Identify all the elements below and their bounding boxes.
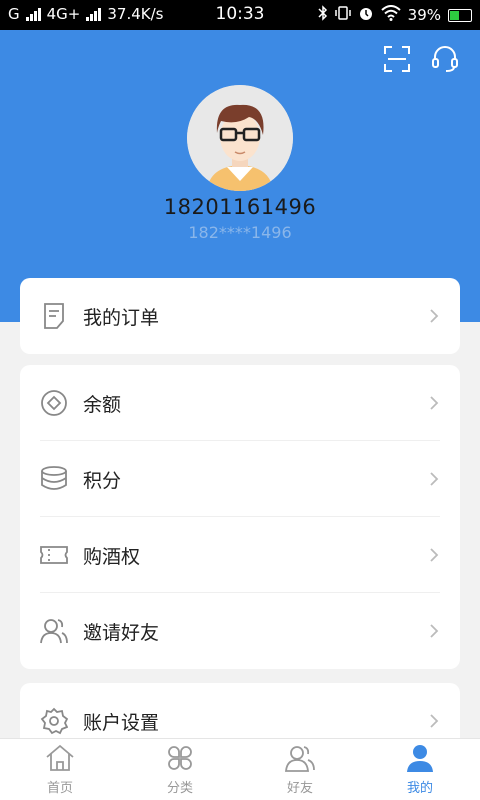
scan-icon[interactable]: [382, 44, 412, 74]
wine-right-label: 购酒权: [83, 545, 141, 568]
tab-category-label: 分类: [166, 781, 193, 796]
points-stack-icon: [40, 465, 68, 493]
ticket-icon: [40, 541, 68, 569]
chevron-right-icon: [428, 471, 440, 487]
chevron-right-icon: [428, 395, 440, 411]
profile-icon: [407, 745, 433, 772]
my-orders-label: 我的订单: [83, 306, 160, 329]
friends-icon: [285, 746, 315, 772]
account-settings-label: 账户设置: [83, 711, 160, 734]
points-label: 积分: [83, 469, 122, 492]
points-row[interactable]: 积分: [20, 441, 460, 517]
tab-mine-label: 我的: [406, 781, 433, 796]
customer-service-icon[interactable]: [430, 44, 460, 74]
battery-icon: [448, 8, 472, 22]
balance-label: 余额: [83, 393, 122, 416]
orders-card: 我的订单: [20, 278, 460, 354]
vibrate-icon: [334, 5, 351, 25]
balance-row[interactable]: 余额: [20, 365, 460, 441]
tab-category[interactable]: 分类: [120, 739, 240, 800]
gear-icon: [40, 707, 69, 735]
tab-mine[interactable]: 我的: [360, 739, 480, 800]
status-bar: G 4G+ 37.4K/s 10:33 39%: [0, 0, 480, 30]
chevron-right-icon: [428, 713, 440, 729]
chevron-right-icon: [428, 623, 440, 639]
tab-home[interactable]: 首页: [0, 739, 120, 800]
wine-right-row[interactable]: 购酒权: [20, 517, 460, 593]
phone-number: 18201161496: [163, 195, 317, 219]
invite-friends-icon: [40, 617, 68, 645]
bluetooth-icon: [318, 5, 328, 25]
avatar[interactable]: [187, 85, 293, 191]
category-icon: [168, 746, 192, 770]
invite-friends-label: 邀请好友: [83, 621, 160, 644]
order-icon: [40, 302, 68, 330]
alarm-icon: [358, 5, 374, 25]
chevron-right-icon: [428, 308, 440, 324]
chevron-right-icon: [428, 547, 440, 563]
tab-friends[interactable]: 好友: [240, 739, 360, 800]
bottom-tab-bar: 首页 分类 好友 我的: [0, 738, 480, 800]
wallet-card: 余额 积分 购酒权 邀请好友: [20, 365, 460, 669]
home-icon: [46, 744, 74, 771]
wifi-icon: [380, 5, 401, 25]
phone-number-masked: 182****1496: [188, 223, 292, 242]
coin-icon: [40, 389, 68, 417]
tab-friends-label: 好友: [286, 781, 313, 796]
battery-percent: 39%: [407, 6, 441, 24]
invite-friends-row[interactable]: 邀请好友: [20, 593, 460, 669]
my-orders-row[interactable]: 我的订单: [20, 278, 460, 354]
tab-home-label: 首页: [46, 781, 73, 796]
